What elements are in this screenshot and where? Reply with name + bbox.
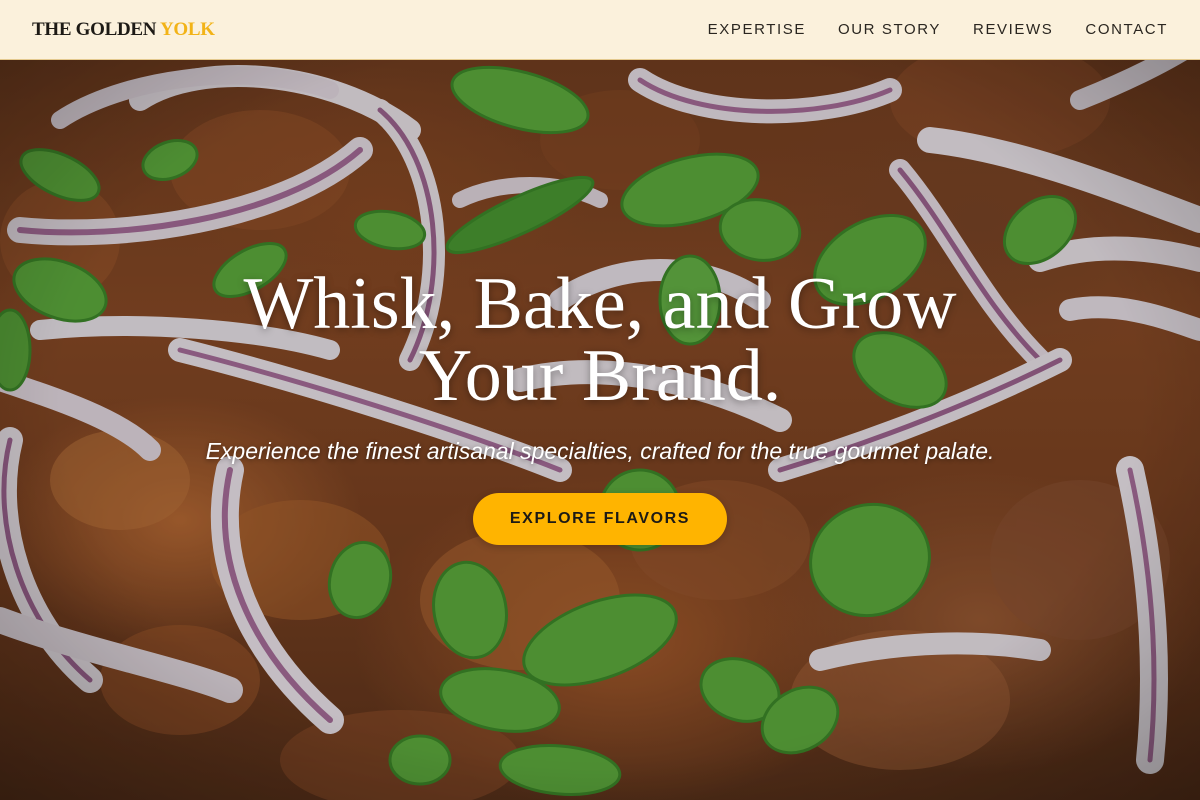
explore-flavors-button[interactable]: EXPLORE FLAVORS — [473, 493, 727, 545]
brand-name-accent: YOLK — [159, 18, 215, 40]
hero-subtitle: Experience the finest artisanal specialt… — [205, 438, 995, 464]
nav-link-our-story[interactable]: OUR STORY — [838, 21, 941, 38]
nav-link-contact[interactable]: CONTACT — [1085, 21, 1168, 38]
nav-links: EXPERTISE OUR STORY REVIEWS CONTACT — [708, 21, 1168, 38]
hero-title-line-1: Whisk, Bake, and Grow — [243, 263, 957, 345]
hero-content: Whisk, Bake, and Grow Your Brand. Experi… — [0, 263, 1200, 545]
hero-title-line-2: Your Brand. — [418, 335, 782, 417]
hero-title: Whisk, Bake, and Grow Your Brand. — [0, 263, 1200, 417]
nav-link-expertise[interactable]: EXPERTISE — [708, 21, 806, 38]
brand-logo[interactable]: THE GOLDEN YOLK — [32, 19, 215, 41]
nav-link-reviews[interactable]: REVIEWS — [973, 21, 1053, 38]
brand-name: THE GOLDEN — [32, 18, 160, 40]
top-navbar: THE GOLDEN YOLK EXPERTISE OUR STORY REVI… — [0, 0, 1200, 60]
